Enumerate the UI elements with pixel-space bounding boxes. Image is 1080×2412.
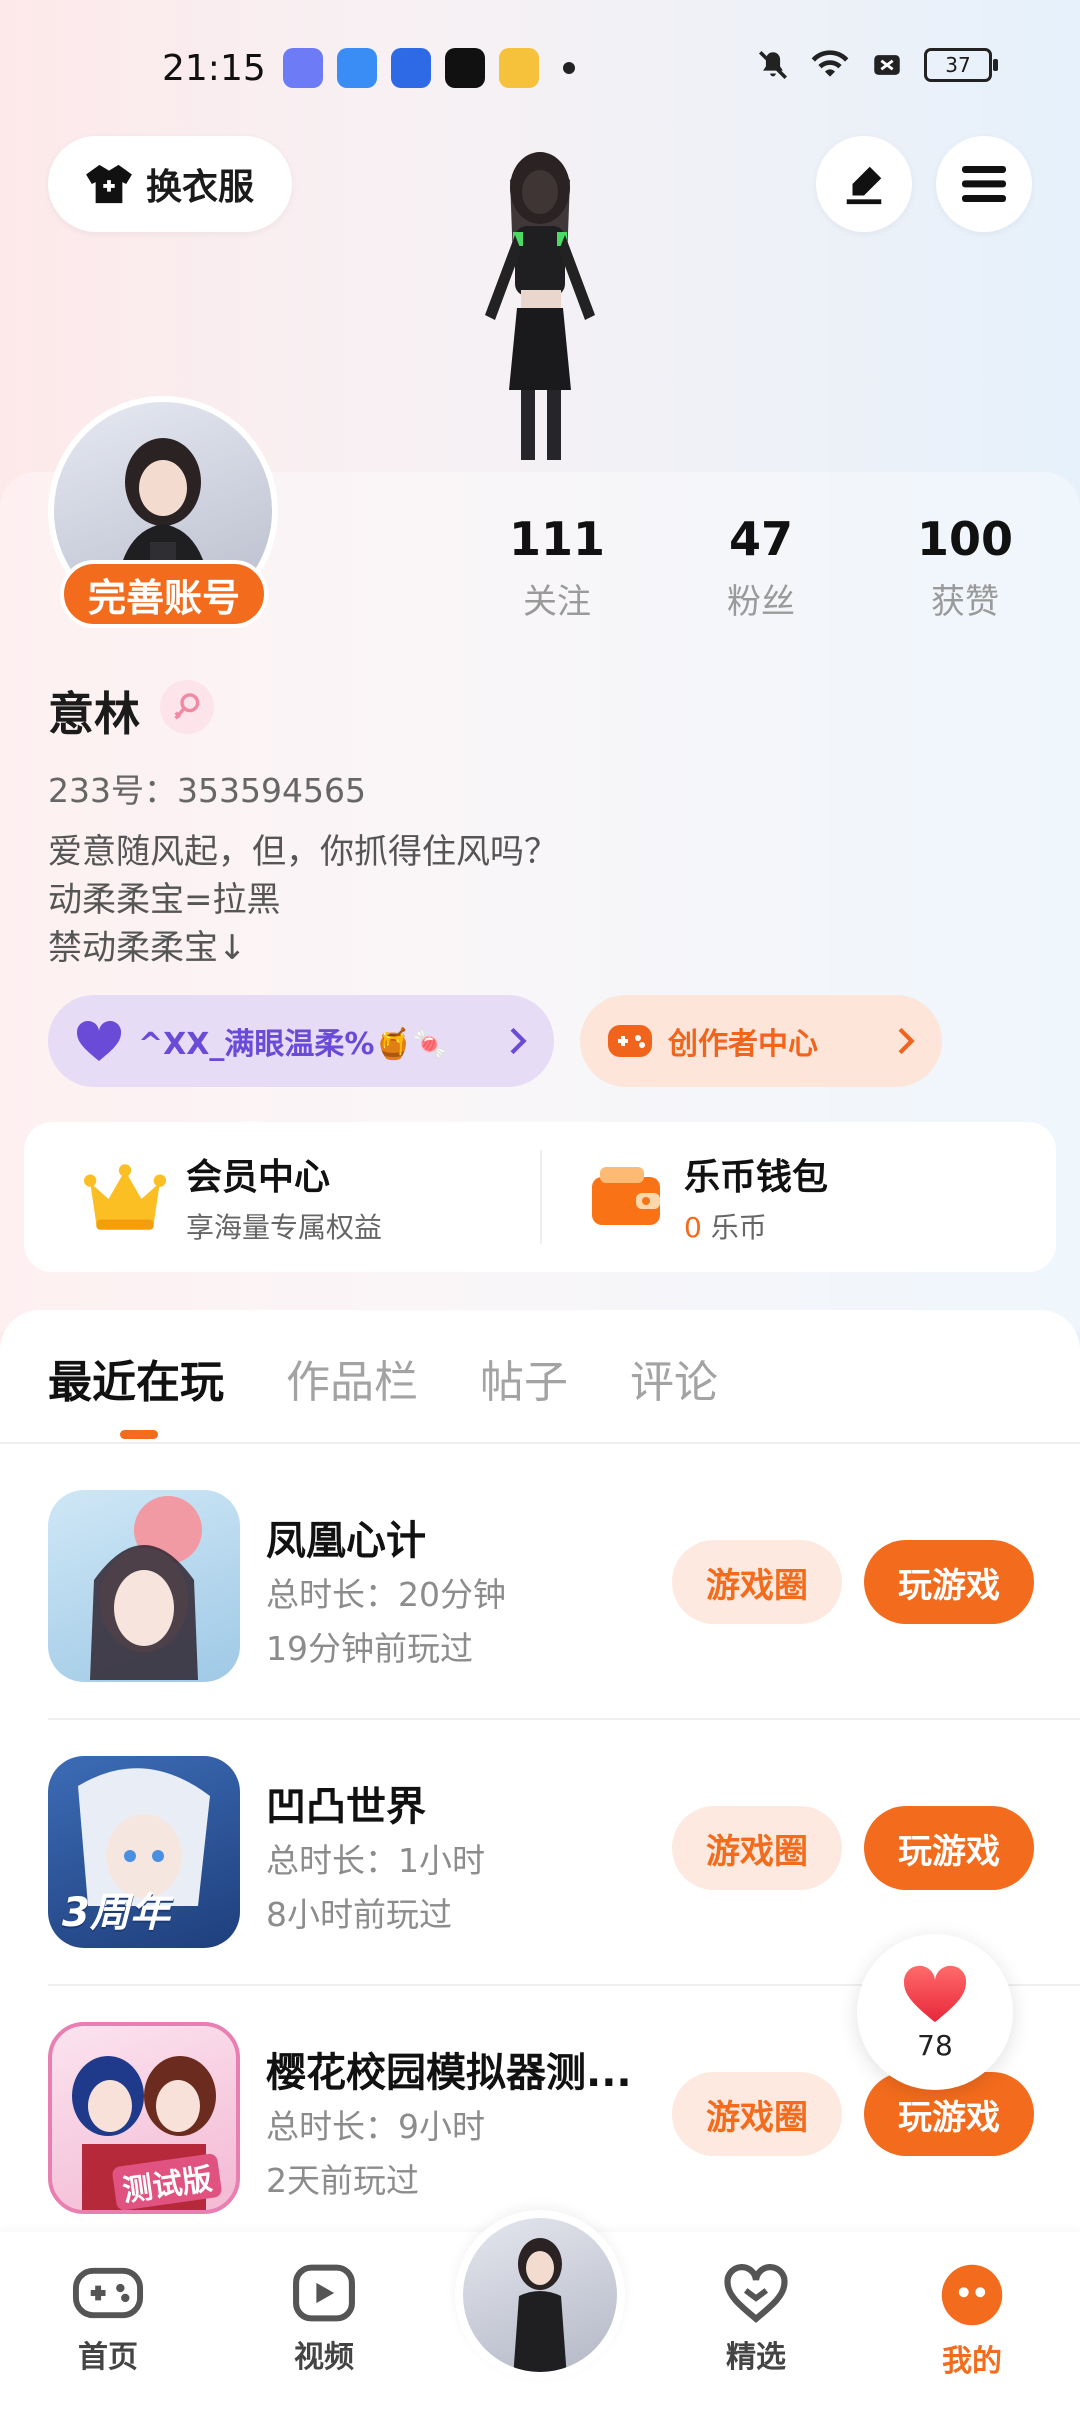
avatar-figure[interactable] <box>455 140 625 470</box>
game-last-played: 2天前玩过 <box>266 2161 419 2200</box>
vip-title: 会员中心 <box>186 1157 331 1198</box>
tiktok-icon <box>445 48 485 88</box>
game-circle-button[interactable]: 游戏圈 <box>672 2072 842 2156</box>
vip-wallet-card: 会员中心 享海量专属权益 乐币钱包 0 乐币 <box>24 1122 1056 1272</box>
status-time: 21:15 <box>162 48 266 89</box>
no-sim-icon <box>874 55 900 75</box>
game-duration: 总时长：9小时 <box>266 2107 485 2146</box>
heart-outline-icon <box>724 2264 788 2323</box>
game-last-played: 19分钟前玩过 <box>266 1629 473 1668</box>
username: 意林 <box>48 687 140 741</box>
nav-home[interactable]: 首页 <box>38 2262 178 2376</box>
play-game-button[interactable]: 玩游戏 <box>864 1540 1034 1624</box>
status-app-icons <box>283 48 575 88</box>
like-count: 78 <box>917 2028 953 2062</box>
followers-stat[interactable]: 47 粉丝 <box>676 512 846 623</box>
following-count: 111 <box>508 512 606 566</box>
guardian-label: ^XX_满眼温柔%🍯🍬 <box>138 1027 450 1062</box>
tab-works[interactable]: 作品栏 <box>286 1346 418 1410</box>
game-last-played: 8小时前玩过 <box>266 1895 452 1934</box>
game-icon-aotu[interactable]: 3周年 <box>48 1756 240 1948</box>
chevron-right-icon <box>898 1027 915 1055</box>
list-item[interactable]: 3周年 凹凸世界 总时长：1小时 8小时前玩过 游戏圈 玩游戏 <box>48 1756 1080 1956</box>
nav-featured-label: 精选 <box>726 2340 786 2375</box>
vip-center-button[interactable]: 会员中心 享海量专属权益 <box>84 1122 382 1272</box>
wallet-title: 乐币钱包 <box>684 1157 829 1198</box>
profile-tabs: 最近在玩 作品栏 帖子 评论 <box>48 1346 718 1410</box>
game-duration: 总时长：20分钟 <box>266 1575 506 1614</box>
anniversary-badge: 3周年 <box>62 1890 170 1936</box>
nav-mine-label: 我的 <box>942 2344 1002 2379</box>
tab-recently-played[interactable]: 最近在玩 <box>48 1346 224 1410</box>
nav-home-label: 首页 <box>78 2340 138 2375</box>
likes-stat[interactable]: 100 获赞 <box>880 512 1050 623</box>
divider <box>0 1442 1080 1444</box>
list-item[interactable]: 凤凰心计 总时长：20分钟 19分钟前玩过 游戏圈 玩游戏 <box>48 1490 1080 1690</box>
complete-account-badge[interactable]: 完善账号 <box>60 560 268 628</box>
game-name: 凹凸世界 <box>266 1784 426 1830</box>
app-notification-icon <box>337 48 377 88</box>
likes-label: 获赞 <box>931 582 999 622</box>
wallet-button[interactable]: 乐币钱包 0 乐币 <box>588 1122 828 1272</box>
tab-posts[interactable]: 帖子 <box>480 1346 568 1410</box>
active-tab-indicator <box>120 1430 158 1439</box>
user-id[interactable]: 233号：353594565 <box>48 764 366 812</box>
likes-count: 100 <box>916 512 1014 566</box>
user-bio: 爱意随风起，但，你抓得住风吗？ 动柔柔宝=拉黑 禁动柔柔宝↓ <box>48 832 558 968</box>
creator-center-label: 创作者中心 <box>668 1027 818 1062</box>
game-name: 凤凰心计 <box>266 1518 426 1564</box>
creator-center-button[interactable]: 创作者中心 <box>580 995 942 1087</box>
divider <box>540 1150 542 1244</box>
wifi-icon <box>811 50 849 77</box>
tab-comments[interactable]: 评论 <box>630 1346 718 1410</box>
floating-like-button[interactable]: 78 <box>857 1934 1013 2090</box>
hamburger-icon <box>962 166 1006 202</box>
avatar-image <box>513 2238 567 2372</box>
game-icon-sakura[interactable]: 测试版 <box>48 2022 240 2214</box>
nav-video-label: 视频 <box>294 2340 354 2375</box>
wallet-icon <box>592 1167 660 1225</box>
game-name: 樱花校园模拟器测... <box>266 2050 632 2096</box>
divider <box>48 1718 1080 1720</box>
heart-icon <box>76 1020 122 1061</box>
following-stat[interactable]: 111 关注 <box>472 512 642 623</box>
game-duration: 总时长：1小时 <box>266 1841 485 1880</box>
following-label: 关注 <box>523 582 591 622</box>
profile-face-icon <box>941 2264 1003 2326</box>
nav-mine[interactable]: 我的 <box>902 2262 1042 2380</box>
crown-icon <box>84 1164 166 1230</box>
edit-profile-button[interactable] <box>816 136 912 232</box>
status-right: 37 <box>756 48 998 82</box>
nav-center-avatar-button[interactable] <box>455 2210 625 2380</box>
game-circle-button[interactable]: 游戏圈 <box>672 1540 842 1624</box>
play-icon <box>293 2264 355 2322</box>
vip-subtitle: 享海量专属权益 <box>186 1211 383 1244</box>
followers-count: 47 <box>728 512 793 566</box>
gamepad-icon <box>608 1025 652 1057</box>
gamepad-icon <box>72 2267 144 2319</box>
baidu-icon <box>391 48 431 88</box>
game-circle-button[interactable]: 游戏圈 <box>672 1806 842 1890</box>
followers-label: 粉丝 <box>727 582 795 622</box>
mute-icon <box>758 50 788 80</box>
change-outfit-label: 换衣服 <box>145 167 254 208</box>
menu-button[interactable] <box>936 136 1032 232</box>
chevron-right-icon <box>510 1027 527 1055</box>
wallet-amount: 0 <box>684 1211 702 1244</box>
nav-video[interactable]: 视频 <box>254 2262 394 2376</box>
play-game-button[interactable]: 玩游戏 <box>864 1806 1034 1890</box>
change-outfit-button[interactable]: 换衣服 <box>48 136 292 232</box>
game-icon-phoenix[interactable] <box>48 1490 240 1682</box>
more-notifications-icon <box>563 62 575 74</box>
battery-indicator: 37 <box>924 48 998 82</box>
notes-icon <box>499 48 539 88</box>
heart-icon <box>903 1965 967 2022</box>
pen-icon <box>846 166 882 205</box>
shirt-icon <box>86 164 132 204</box>
app-notification-icon <box>283 48 323 88</box>
female-gender-icon <box>160 680 214 734</box>
guardian-pill-button[interactable]: ^XX_满眼温柔%🍯🍬 <box>48 995 554 1087</box>
wallet-unit: 乐币 <box>710 1211 767 1244</box>
nav-featured[interactable]: 精选 <box>686 2262 826 2376</box>
